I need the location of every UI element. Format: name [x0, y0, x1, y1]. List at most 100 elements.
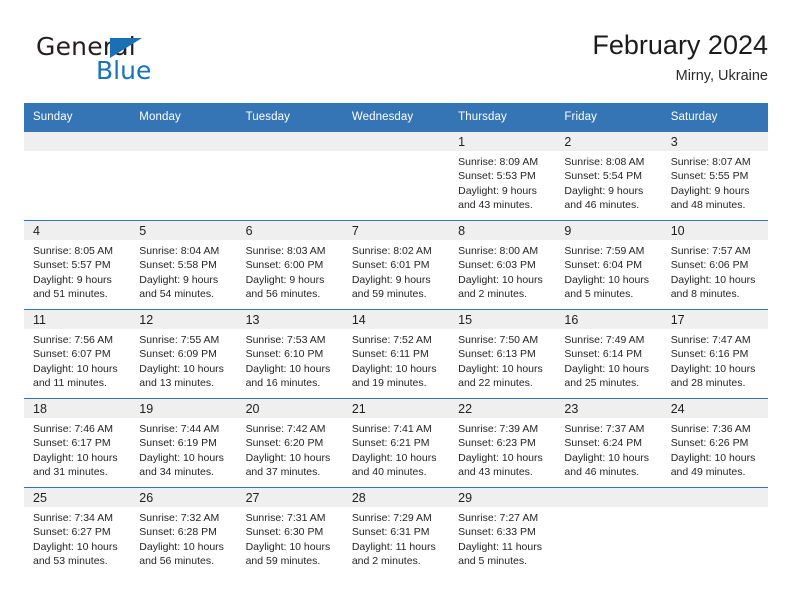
day-number: 27	[236, 488, 343, 507]
day-number: 25	[24, 488, 131, 507]
calendar-day-cell[interactable]: 16 Sunrise: 7:49 AM Sunset: 6:14 PM Dayligh…	[555, 309, 662, 399]
calendar-day-cell[interactable]: 26 Sunrise: 7:32 AM Sunset: 6:28 PM Dayligh…	[130, 487, 237, 576]
calendar-day-cell[interactable]: 2 Sunrise: 8:08 AM Sunset: 5:54 PM Daylight…	[555, 132, 662, 221]
sunset-text: Sunset: 6:19 PM	[139, 437, 217, 450]
daylight-text-line2: and 40 minutes.	[351, 466, 427, 479]
day-sun-info: Sunrise: 7:57 AM Sunset: 6:06 PM Daylight:…	[662, 240, 768, 302]
day-number: 23	[555, 399, 662, 418]
day-cell-content: 15 Sunrise: 7:50 AM Sunset: 6:13 PM Dayligh…	[449, 310, 556, 398]
calendar-day-cell[interactable]	[24, 132, 131, 221]
day-number	[130, 132, 237, 151]
day-sun-info: Sunrise: 7:53 AM Sunset: 6:10 PM Daylight:…	[237, 329, 343, 391]
day-cell-content: 13 Sunrise: 7:53 AM Sunset: 6:10 PM Dayligh…	[236, 310, 343, 398]
sunset-text: Sunset: 5:58 PM	[139, 259, 217, 272]
calendar-day-cell[interactable]: 5 Sunrise: 8:04 AM Sunset: 5:58 PM Daylight…	[130, 220, 237, 310]
calendar-day-cell[interactable]: 29 Sunrise: 7:27 AM Sunset: 6:33 PM Dayligh…	[449, 487, 556, 576]
daylight-text-line2: and 34 minutes.	[139, 466, 214, 479]
day-cell-content: 6 Sunrise: 8:03 AM Sunset: 6:00 PM Daylight…	[236, 221, 343, 309]
sunset-text: Sunset: 6:09 PM	[139, 348, 217, 361]
general-blue-logo[interactable]: General Blue	[36, 32, 266, 92]
calendar-day-cell[interactable]: 12 Sunrise: 7:55 AM Sunset: 6:09 PM Dayligh…	[130, 309, 237, 399]
calendar-page: General Blue February 2024 Mirny, Ukrain…	[0, 0, 792, 612]
calendar-day-cell[interactable]	[130, 132, 237, 221]
day-sun-info: Sunrise: 8:05 AM Sunset: 5:57 PM Daylight:…	[24, 240, 130, 302]
daylight-text-line2: and 37 minutes.	[245, 466, 321, 479]
day-cell-content: 17 Sunrise: 7:47 AM Sunset: 6:16 PM Dayligh…	[661, 310, 768, 398]
day-number	[555, 488, 662, 507]
sunset-text: Sunset: 6:07 PM	[33, 348, 111, 361]
calendar-day-cell[interactable]: 10 Sunrise: 7:57 AM Sunset: 6:06 PM Dayligh…	[661, 220, 768, 310]
calendar-day-cell[interactable]: 21 Sunrise: 7:41 AM Sunset: 6:21 PM Dayligh…	[342, 398, 450, 488]
day-cell-content: 4 Sunrise: 8:05 AM Sunset: 5:57 PM Daylight…	[24, 221, 131, 309]
calendar-day-cell[interactable]: 1 Sunrise: 8:09 AM Sunset: 5:53 PM Daylight…	[449, 132, 556, 221]
day-number: 17	[661, 310, 768, 329]
calendar-day-cell[interactable]: 27 Sunrise: 7:31 AM Sunset: 6:30 PM Dayligh…	[236, 487, 343, 576]
day-cell-content: 27 Sunrise: 7:31 AM Sunset: 6:30 PM Dayligh…	[236, 488, 343, 576]
calendar-day-cell[interactable]: 8 Sunrise: 8:00 AM Sunset: 6:03 PM Daylight…	[449, 220, 556, 310]
calendar-day-cell[interactable]: 11 Sunrise: 7:56 AM Sunset: 6:07 PM Dayligh…	[24, 309, 131, 399]
daylight-text-line1: Daylight: 10 hours	[33, 451, 118, 464]
calendar-day-cell[interactable]: 7 Sunrise: 8:02 AM Sunset: 6:01 PM Daylight…	[342, 220, 450, 310]
sunrise-text: Sunrise: 8:09 AM	[458, 156, 539, 168]
daylight-text-line2: and 2 minutes.	[351, 555, 421, 568]
calendar-day-cell[interactable]: 14 Sunrise: 7:52 AM Sunset: 6:11 PM Dayligh…	[342, 309, 450, 399]
day-number	[661, 488, 768, 507]
day-sun-info: Sunrise: 7:44 AM Sunset: 6:19 PM Daylight:…	[130, 418, 236, 480]
day-number	[342, 132, 450, 151]
calendar-day-cell[interactable]	[555, 487, 662, 576]
daylight-text-line2: and 43 minutes.	[458, 199, 533, 212]
day-number: 18	[24, 399, 131, 418]
daylight-text-line2: and 13 minutes.	[139, 377, 214, 390]
calendar-day-cell[interactable]	[236, 132, 343, 221]
daylight-text-line2: and 54 minutes.	[139, 288, 214, 301]
calendar-day-cell[interactable]: 15 Sunrise: 7:50 AM Sunset: 6:13 PM Dayligh…	[449, 309, 556, 399]
sunset-text: Sunset: 6:13 PM	[458, 348, 536, 361]
day-number: 28	[342, 488, 450, 507]
day-number: 6	[236, 221, 343, 240]
day-number: 4	[24, 221, 131, 240]
calendar-day-cell[interactable]: 13 Sunrise: 7:53 AM Sunset: 6:10 PM Dayligh…	[236, 309, 343, 399]
day-number: 14	[342, 310, 450, 329]
calendar-header-row: Sunday Monday Tuesday Wednesday Thursday…	[24, 103, 768, 132]
day-sun-info: Sunrise: 7:52 AM Sunset: 6:11 PM Daylight:…	[343, 329, 449, 391]
sunrise-text: Sunrise: 7:34 AM	[33, 512, 113, 524]
calendar-day-cell[interactable]	[661, 487, 768, 576]
calendar-week-row: 4 Sunrise: 8:05 AM Sunset: 5:57 PM Daylight…	[24, 220, 768, 310]
calendar-day-cell[interactable]: 28 Sunrise: 7:29 AM Sunset: 6:31 PM Dayligh…	[342, 487, 450, 576]
calendar-day-cell[interactable]: 3 Sunrise: 8:07 AM Sunset: 5:55 PM Daylight…	[661, 132, 768, 221]
calendar-day-cell[interactable]: 20 Sunrise: 7:42 AM Sunset: 6:20 PM Dayligh…	[236, 398, 343, 488]
daylight-text-line1: Daylight: 10 hours	[564, 273, 650, 286]
sunset-text: Sunset: 6:16 PM	[670, 348, 749, 361]
weekday-header-monday: Monday	[130, 103, 237, 132]
sunset-text: Sunset: 6:10 PM	[245, 348, 324, 361]
day-sun-info: Sunrise: 7:42 AM Sunset: 6:20 PM Daylight:…	[237, 418, 343, 480]
day-number: 19	[130, 399, 237, 418]
calendar-day-cell[interactable]: 4 Sunrise: 8:05 AM Sunset: 5:57 PM Daylight…	[24, 220, 131, 310]
sunset-text: Sunset: 6:06 PM	[670, 259, 749, 272]
daylight-text-line1: Daylight: 10 hours	[670, 362, 756, 375]
day-sun-info: Sunrise: 8:04 AM Sunset: 5:58 PM Daylight:…	[130, 240, 236, 302]
day-number: 22	[449, 399, 556, 418]
day-number	[24, 132, 131, 151]
calendar-day-cell[interactable]	[342, 132, 450, 221]
calendar-day-cell[interactable]: 24 Sunrise: 7:36 AM Sunset: 6:26 PM Dayligh…	[661, 398, 768, 488]
sunrise-text: Sunrise: 8:00 AM	[458, 245, 539, 257]
sunrise-text: Sunrise: 8:08 AM	[564, 156, 645, 168]
calendar-body: 1 Sunrise: 8:09 AM Sunset: 5:53 PM Daylight…	[24, 132, 768, 576]
day-cell-content: 10 Sunrise: 7:57 AM Sunset: 6:06 PM Dayligh…	[661, 221, 768, 309]
calendar-day-cell[interactable]: 23 Sunrise: 7:37 AM Sunset: 6:24 PM Dayligh…	[555, 398, 662, 488]
calendar-day-cell[interactable]: 6 Sunrise: 8:03 AM Sunset: 6:00 PM Daylight…	[236, 220, 343, 310]
calendar-day-cell[interactable]: 19 Sunrise: 7:44 AM Sunset: 6:19 PM Dayligh…	[130, 398, 237, 488]
calendar-week-row: 18 Sunrise: 7:46 AM Sunset: 6:17 PM Dayligh…	[24, 398, 768, 488]
sunset-text: Sunset: 5:57 PM	[33, 259, 111, 272]
sunrise-text: Sunrise: 7:42 AM	[245, 423, 326, 435]
calendar-week-row: 11 Sunrise: 7:56 AM Sunset: 6:07 PM Dayligh…	[24, 309, 768, 399]
calendar-day-cell[interactable]: 22 Sunrise: 7:39 AM Sunset: 6:23 PM Dayligh…	[449, 398, 556, 488]
daylight-text-line1: Daylight: 10 hours	[33, 362, 118, 375]
day-cell-content: 14 Sunrise: 7:52 AM Sunset: 6:11 PM Dayligh…	[342, 310, 450, 398]
daylight-text-line1: Daylight: 10 hours	[670, 273, 756, 286]
calendar-day-cell[interactable]: 17 Sunrise: 7:47 AM Sunset: 6:16 PM Dayligh…	[661, 309, 768, 399]
calendar-day-cell[interactable]: 9 Sunrise: 7:59 AM Sunset: 6:04 PM Daylight…	[555, 220, 662, 310]
calendar-day-cell[interactable]: 25 Sunrise: 7:34 AM Sunset: 6:27 PM Dayligh…	[24, 487, 131, 576]
calendar-day-cell[interactable]: 18 Sunrise: 7:46 AM Sunset: 6:17 PM Dayligh…	[24, 398, 131, 488]
